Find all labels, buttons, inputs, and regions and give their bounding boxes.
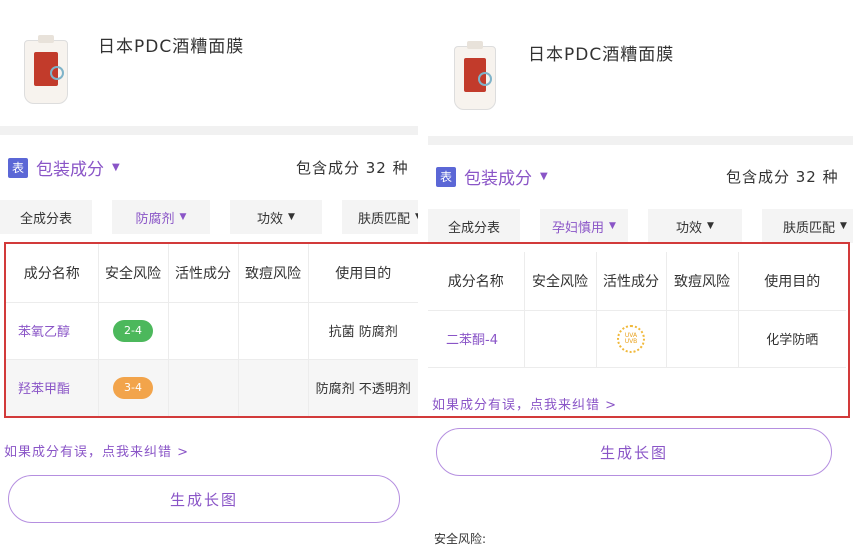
active-cell <box>168 302 239 360</box>
table-row[interactable]: 二苯酮-4 UVA UVB 化学防晒 <box>428 310 846 368</box>
filter-skin-match[interactable]: 肤质匹配▼ <box>762 209 853 243</box>
ingredient-count: 包含成分 32 种 <box>726 168 839 186</box>
acne-cell <box>666 310 739 368</box>
table-header-row: 成分名称 安全风险 活性成分 致痘风险 使用目的 <box>428 252 846 311</box>
chevron-down-icon: ▼ <box>609 221 616 231</box>
col-header-name: 成分名称 <box>6 244 99 303</box>
divider <box>0 126 418 135</box>
generate-image-button[interactable]: 生成长图 <box>436 428 832 476</box>
risk-cell: 3-4 <box>98 359 169 417</box>
right-screenshot: 日本PDC酒糟面膜 表 包装成分 ▼ 包含成分 32 种 全成分表 孕妇慎用 ▼ … <box>428 0 853 549</box>
report-error-link[interactable]: 如果成分有误，点我来纠错 > <box>4 441 189 460</box>
left-screenshot: 日本PDC酒糟面膜 表 包装成分 ▼ 包含成分 32 种 全成分表 防腐剂 ▼ 功… <box>0 0 418 549</box>
ingredient-table: 成分名称 安全风险 活性成分 致痘风险 使用目的 二苯酮-4 UVA UVB 化… <box>428 252 846 368</box>
section-header[interactable]: 表 包装成分 ▼ <box>8 155 120 180</box>
purpose-cell: 化学防晒 <box>738 310 846 368</box>
chevron-down-icon: ▼ <box>112 162 120 173</box>
report-error-link[interactable]: 如果成分有误，点我来纠错 > <box>432 394 617 413</box>
col-header-risk: 安全风险 <box>524 252 597 311</box>
filter-pregnancy-caution[interactable]: 孕妇慎用 ▼ <box>540 209 628 243</box>
table-header-row: 成分名称 安全风险 活性成分 致痘风险 使用目的 <box>6 244 418 303</box>
chevron-down-icon: ▼ <box>179 212 187 222</box>
filter-bar: 全成分表 孕妇慎用 ▼ 功效 ▼ 肤质匹配 ▼ <box>428 209 853 243</box>
table-icon: 表 <box>8 157 28 178</box>
col-header-purpose: 使用目的 <box>308 244 418 303</box>
filter-efficacy[interactable]: 功效 ▼ <box>230 200 322 234</box>
table-icon: 表 <box>436 166 456 187</box>
section-header[interactable]: 表 包装成分 ▼ <box>436 164 548 189</box>
sun-uv-icon: UVA UVB <box>617 324 645 353</box>
filter-preservative[interactable]: 防腐剂 ▼ <box>112 200 210 234</box>
ingredient-name[interactable]: 苯氧乙醇 <box>6 302 99 360</box>
table-row[interactable]: 羟苯甲酯 3-4 防腐剂 不透明剂 <box>6 359 418 417</box>
chevron-down-icon: ▼ <box>288 212 295 222</box>
filter-all-ingredients[interactable]: 全成分表 <box>428 209 520 243</box>
risk-badge: 2-4 <box>113 319 153 342</box>
active-cell: UVA UVB <box>596 310 667 368</box>
product-image <box>24 35 68 104</box>
ingredient-name[interactable]: 二苯酮-4 <box>428 310 525 368</box>
col-header-risk: 安全风险 <box>98 244 169 303</box>
purpose-cell: 防腐剂 不透明剂 <box>308 359 418 417</box>
col-header-active: 活性成分 <box>168 244 239 303</box>
filter-bar: 全成分表 防腐剂▼ 功效▼ 肤质匹配▼ <box>0 200 418 234</box>
product-title: 日本PDC酒糟面膜 <box>98 37 245 57</box>
chevron-down-icon: ▼ <box>415 212 418 222</box>
chevron-down-icon: ▼ <box>840 221 847 231</box>
chevron-down-icon: ▼ <box>707 221 714 231</box>
chevron-down-icon: ▼ <box>540 171 548 182</box>
risk-badge: 3-4 <box>113 376 153 399</box>
product-title: 日本PDC酒糟面膜 <box>528 45 675 65</box>
col-header-active: 活性成分 <box>596 252 667 311</box>
col-header-acne: 致痘风险 <box>238 244 309 303</box>
generate-image-button[interactable]: 生成长图 <box>8 475 400 523</box>
acne-cell <box>238 302 309 360</box>
ingredient-name[interactable]: 羟苯甲酯 <box>6 359 99 417</box>
ingredient-count: 包含成分 32 种 <box>296 159 409 177</box>
divider <box>428 136 853 145</box>
risk-cell <box>524 310 597 368</box>
safety-risk-label: 安全风险: <box>434 532 487 546</box>
col-header-purpose: 使用目的 <box>738 252 846 311</box>
risk-cell: 2-4 <box>98 302 169 360</box>
section-title: 包装成分 <box>36 160 104 180</box>
section-title: 包装成分 <box>464 169 532 189</box>
filter-all-ingredients[interactable]: 全成分表 <box>0 200 92 234</box>
col-header-name: 成分名称 <box>428 252 525 311</box>
filter-skin-match[interactable]: 肤质匹配▼ <box>342 200 418 234</box>
acne-cell <box>238 359 309 417</box>
purpose-cell: 抗菌 防腐剂 <box>308 302 418 360</box>
ingredient-table: 成分名称 安全风险 活性成分 致痘风险 使用目的 苯氧乙醇 2-4 抗菌 防腐剂… <box>6 244 418 417</box>
table-row[interactable]: 苯氧乙醇 2-4 抗菌 防腐剂 <box>6 302 418 360</box>
filter-efficacy[interactable]: 功效 ▼ <box>648 209 742 243</box>
active-cell <box>168 359 239 417</box>
product-image <box>454 41 496 110</box>
col-header-acne: 致痘风险 <box>666 252 739 311</box>
